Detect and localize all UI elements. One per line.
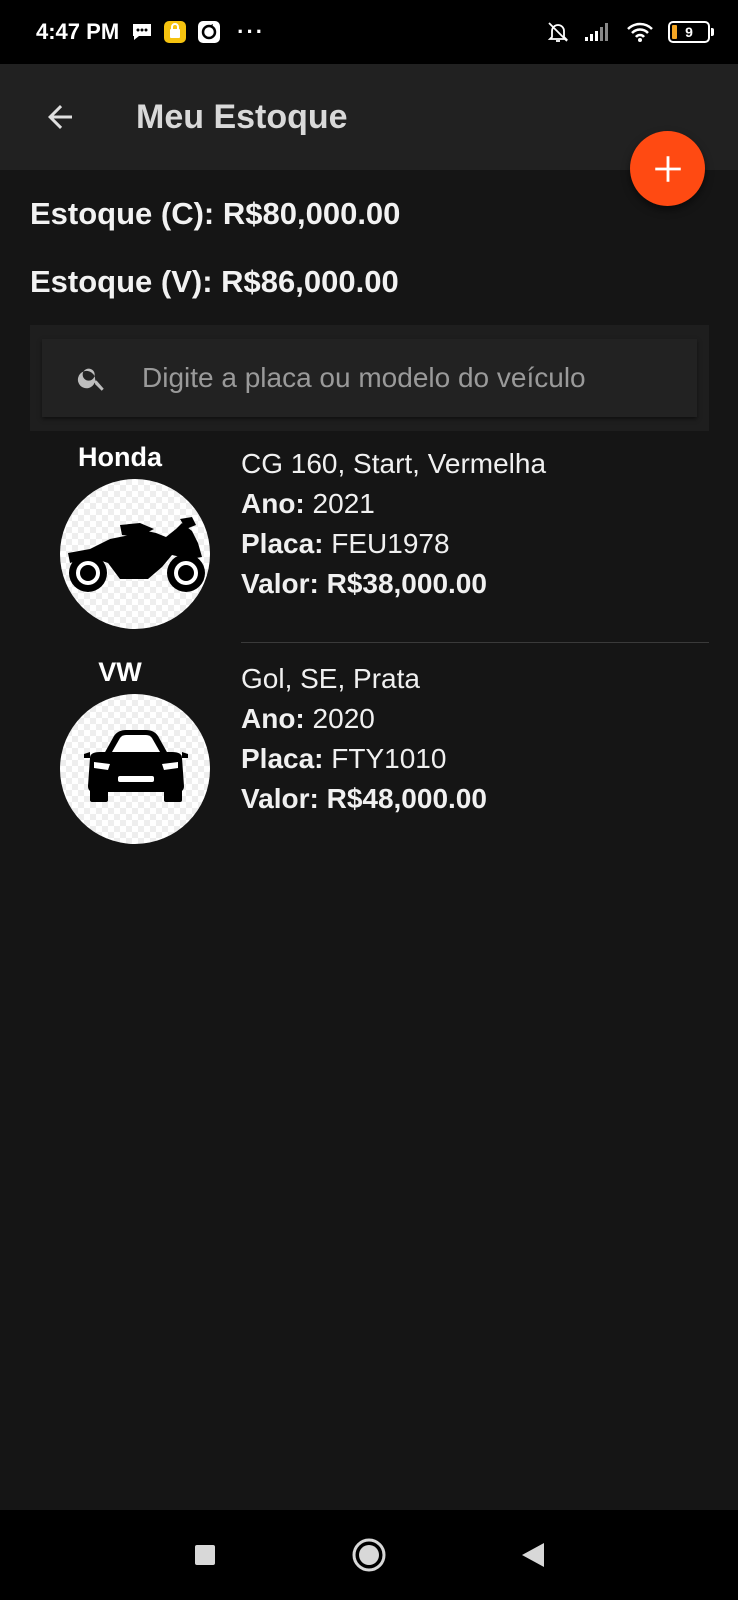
signal-icon <box>584 22 612 42</box>
back-triangle-icon <box>522 1543 544 1567</box>
vehicle-value-line: Valor: R$48,000.00 <box>241 779 487 819</box>
value-label: Valor: <box>241 783 319 814</box>
home-button[interactable] <box>347 1533 391 1577</box>
screen: 4:47 PM ··· 9 Meu Estoque Estoque (C): R… <box>0 0 738 1600</box>
nav-back-button[interactable] <box>511 1533 555 1577</box>
list-divider <box>241 642 709 643</box>
vehicle-year: 2020 <box>312 703 375 734</box>
home-circle-icon <box>352 1538 386 1572</box>
search-container <box>30 325 709 431</box>
sync-app-icon <box>197 20 221 44</box>
page-title: Meu Estoque <box>136 97 348 136</box>
year-label: Ano: <box>241 488 305 519</box>
add-vehicle-button[interactable] <box>630 131 705 206</box>
plate-label: Placa: <box>241 528 324 559</box>
sale-stock-total: Estoque (V): R$86,000.00 <box>30 264 399 299</box>
vehicle-year: 2021 <box>312 488 375 519</box>
vehicle-year-line: Ano: 2020 <box>241 699 487 739</box>
battery-icon: 9 <box>668 21 714 43</box>
search-input[interactable] <box>142 358 592 398</box>
motorcycle-icon <box>68 517 205 592</box>
plate-label: Placa: <box>241 743 324 774</box>
vehicle-list-item[interactable]: Honda CG 160, Start, Vermelha Ano: 2021 … <box>30 438 709 653</box>
vehicle-list-item[interactable]: VW Gol, SE, Prata Ano: 2020 Placa: FTY10… <box>30 653 709 868</box>
app-bar: Meu Estoque <box>0 64 738 170</box>
back-button[interactable] <box>30 87 90 147</box>
vehicle-description: CG 160, Start, Vermelha <box>241 448 547 479</box>
status-time: 4:47 PM <box>36 19 120 44</box>
vehicle-avatar <box>60 694 210 844</box>
system-nav-bar <box>0 1510 738 1600</box>
search-box[interactable] <box>42 339 697 417</box>
notifications-off-icon <box>546 20 570 44</box>
vehicle-value: R$38,000.00 <box>326 568 487 599</box>
arrow-back-icon <box>48 105 72 129</box>
vehicle-info: CG 160, Start, Vermelha Ano: 2021 Placa:… <box>241 444 546 604</box>
battery-level: 9 <box>685 24 693 40</box>
vehicle-plate-line: Placa: FTY1010 <box>241 739 487 779</box>
app-notification-icon <box>163 20 187 44</box>
vehicle-year-line: Ano: 2021 <box>241 484 546 524</box>
vehicle-value: R$48,000.00 <box>326 783 487 814</box>
plus-icon <box>654 155 681 182</box>
recents-square-icon <box>195 1545 215 1565</box>
cost-stock-total: Estoque (C): R$80,000.00 <box>30 196 401 231</box>
status-notification-icons: ··· <box>131 19 265 45</box>
vehicle-avatar <box>60 479 210 629</box>
vehicle-info: Gol, SE, Prata Ano: 2020 Placa: FTY1010 … <box>241 659 487 819</box>
status-system-icons: 9 <box>546 20 714 44</box>
year-label: Ano: <box>241 703 305 734</box>
vehicle-brand: Honda <box>78 442 162 472</box>
vehicle-plate: FTY1010 <box>331 743 447 774</box>
status-bar: 4:47 PM ··· 9 <box>0 0 738 64</box>
vehicle-value-line: Valor: R$38,000.00 <box>241 564 546 604</box>
vehicle-plate-line: Placa: FEU1978 <box>241 524 546 564</box>
vehicle-plate: FEU1978 <box>331 528 450 559</box>
wifi-icon <box>626 21 654 43</box>
car-icon <box>84 730 188 802</box>
search-icon <box>76 362 108 394</box>
recents-button[interactable] <box>183 1533 227 1577</box>
vehicle-description: Gol, SE, Prata <box>241 663 420 694</box>
more-dots-icon: ··· <box>237 19 266 44</box>
message-icon <box>131 22 153 42</box>
vehicle-brand: VW <box>98 657 142 687</box>
value-label: Valor: <box>241 568 319 599</box>
